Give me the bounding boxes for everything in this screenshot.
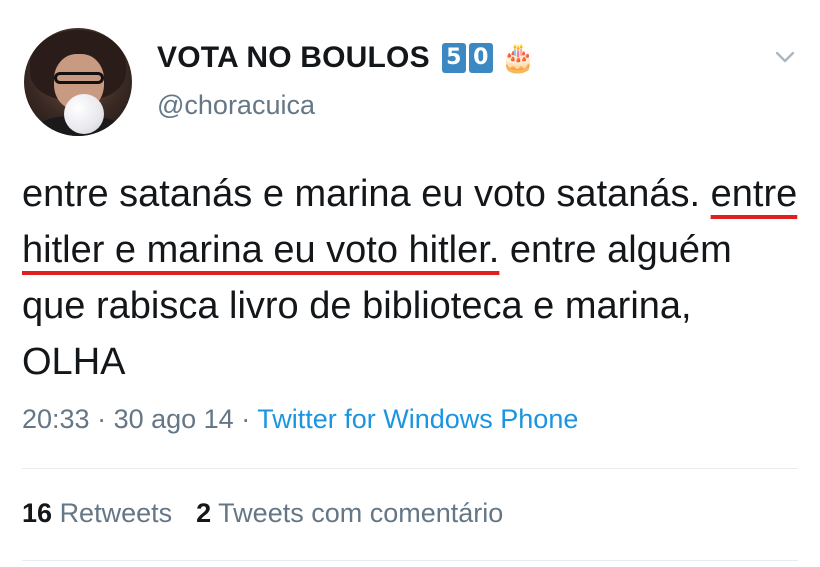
chevron-down-icon[interactable] [772, 44, 798, 70]
tweet-stats: 16 Retweets 2 Tweets com comentário [22, 498, 503, 529]
avatar-glasses [54, 72, 104, 84]
divider [22, 468, 798, 469]
tweet-card: VOTA NO BOULOS 5 0 🎂 @choracuica entre s… [0, 0, 820, 567]
meta-separator: · [89, 404, 114, 434]
keycap-0-icon: 0 [468, 43, 493, 73]
retweets-count: 16 [22, 498, 53, 528]
keycap-5-icon: 5 [441, 43, 466, 73]
tweet-time[interactable]: 20:33 [22, 404, 90, 434]
tweet-text: entre satanás e marina eu voto satanás. … [22, 166, 802, 390]
keycap-emoji-group: 5 0 [441, 43, 493, 73]
tweet-text-part1: entre satanás e marina eu voto satanás. [22, 173, 711, 215]
tweet-meta: 20:33 · 30 ago 14 · Twitter for Windows … [22, 404, 578, 435]
avatar[interactable] [24, 28, 132, 136]
retweets-stat[interactable]: 16 Retweets [22, 498, 172, 529]
display-name[interactable]: VOTA NO BOULOS [157, 41, 430, 75]
birthday-cake-icon: 🎂 [500, 41, 536, 74]
quotes-label: Tweets com comentário [218, 498, 504, 528]
user-handle[interactable]: @choracuica [157, 90, 315, 121]
quote-tweets-stat[interactable]: 2 Tweets com comentário [196, 498, 503, 529]
tweet-date[interactable]: 30 ago 14 [114, 404, 234, 434]
avatar-bubblegum [64, 94, 104, 134]
quotes-count: 2 [196, 498, 212, 528]
name-row: VOTA NO BOULOS 5 0 🎂 [157, 38, 536, 78]
meta-separator: · [233, 404, 258, 434]
tweet-source-link[interactable]: Twitter for Windows Phone [257, 404, 578, 434]
divider [22, 560, 798, 561]
retweets-label: Retweets [59, 498, 173, 528]
